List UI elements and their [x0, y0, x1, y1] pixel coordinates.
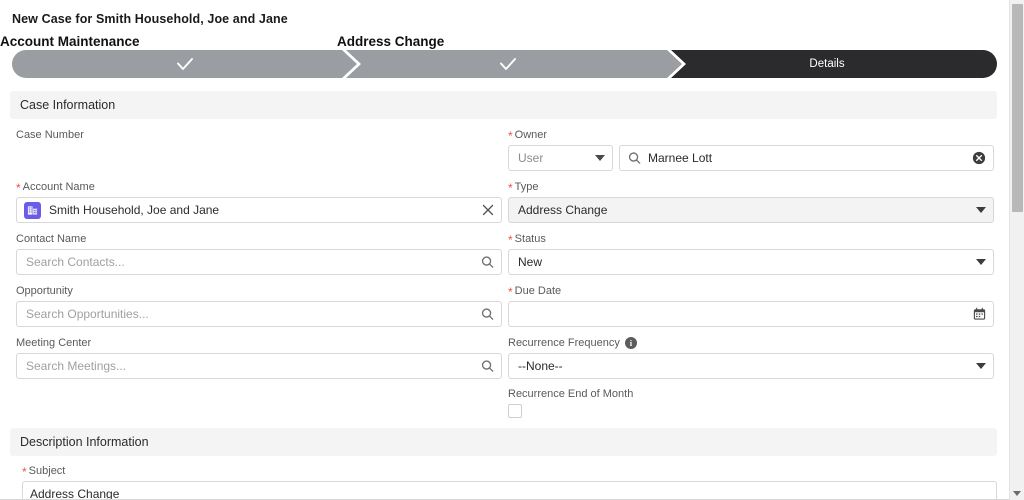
- stage-label-account-maintenance: Account Maintenance: [0, 34, 140, 49]
- required-indicator: *: [508, 284, 513, 299]
- field-label: Meeting Center: [16, 336, 502, 350]
- section-header-description-information: Description Information: [10, 428, 997, 456]
- section-title: Description Information: [20, 435, 149, 449]
- chevron-down-icon[interactable]: [976, 363, 986, 369]
- due-date-input[interactable]: [508, 301, 994, 327]
- search-icon: [628, 152, 641, 165]
- label-text: Status: [514, 233, 546, 245]
- search-icon[interactable]: [481, 360, 494, 373]
- triangle-down-icon[interactable]: [1013, 491, 1021, 496]
- required-indicator: *: [508, 232, 513, 247]
- status-value: New: [518, 255, 543, 269]
- vertical-scrollbar[interactable]: [1009, 0, 1024, 500]
- label-text: Contact Name: [16, 233, 87, 245]
- meeting-center-input[interactable]: Search Meetings...: [16, 353, 502, 379]
- required-indicator: *: [508, 180, 513, 195]
- type-value: Address Change: [518, 203, 608, 217]
- field-label: * Type: [508, 180, 994, 194]
- contact-name-placeholder: Search Contacts...: [26, 255, 125, 269]
- label-text: Account Name: [22, 181, 95, 193]
- owner-lookup-input[interactable]: Marnee Lott: [619, 145, 994, 171]
- field-label: Opportunity: [16, 284, 502, 298]
- label-text: Case Number: [16, 129, 84, 141]
- recurrence-frequency-select[interactable]: --None--: [508, 353, 994, 379]
- field-opportunity: Opportunity Search Opportunities...: [16, 284, 502, 327]
- field-account-name: * Account Name Smith Household, Joe and …: [16, 180, 502, 223]
- progress-path-bar[interactable]: Details: [12, 50, 997, 78]
- label-text: Owner: [514, 129, 548, 141]
- field-subject: * Subject: [22, 464, 997, 481]
- account-name-input[interactable]: Smith Household, Joe and Jane: [16, 197, 502, 223]
- section-header-case-information: Case Information: [10, 91, 997, 119]
- field-meeting-center: Meeting Center Search Meetings...: [16, 336, 502, 379]
- opportunity-input[interactable]: Search Opportunities...: [16, 301, 502, 327]
- contact-name-input[interactable]: Search Contacts...: [16, 249, 502, 275]
- field-label: Contact Name: [16, 232, 502, 246]
- label-text: Opportunity: [16, 285, 73, 297]
- chevron-down-icon[interactable]: [976, 207, 986, 213]
- label-text: Type: [514, 181, 539, 193]
- owner-type-select[interactable]: User: [508, 145, 613, 171]
- info-icon[interactable]: i: [624, 337, 637, 349]
- close-x-icon[interactable]: [482, 204, 494, 216]
- chevron-down-icon[interactable]: [595, 155, 605, 161]
- field-recurrence-end-of-month: Recurrence End of Month: [508, 387, 994, 418]
- field-recurrence-frequency: Recurrence Frequency i --None--: [508, 336, 994, 379]
- scrollbar-thumb[interactable]: [1012, 4, 1023, 212]
- case-form-page: New Case for Smith Household, Joe and Ja…: [0, 0, 1024, 500]
- field-label: * Due Date: [508, 284, 994, 298]
- opportunity-placeholder: Search Opportunities...: [26, 307, 149, 321]
- field-label: * Subject: [22, 464, 997, 478]
- subject-input[interactable]: Address Change: [22, 481, 997, 500]
- meeting-center-placeholder: Search Meetings...: [26, 359, 127, 373]
- search-icon[interactable]: [481, 256, 494, 269]
- field-label: Case Number: [16, 128, 494, 142]
- recurrence-end-of-month-checkbox[interactable]: [508, 404, 522, 418]
- field-label: * Owner: [508, 128, 994, 142]
- required-indicator: *: [16, 180, 21, 195]
- type-select[interactable]: Address Change: [508, 197, 994, 223]
- account-icon: [24, 201, 41, 219]
- stage-label-address-change: Address Change: [337, 34, 445, 49]
- required-indicator: *: [22, 464, 27, 479]
- account-name-value: Smith Household, Joe and Jane: [49, 203, 220, 217]
- search-icon[interactable]: [481, 308, 494, 321]
- field-label: * Account Name: [16, 180, 502, 194]
- field-due-date: * Due Date: [508, 284, 994, 327]
- page-title: New Case for Smith Household, Joe and Ja…: [12, 12, 288, 26]
- clear-circle-icon[interactable]: [972, 151, 986, 165]
- recurrence-frequency-value: --None--: [518, 359, 563, 373]
- field-label: * Status: [508, 232, 994, 246]
- field-status: * Status New: [508, 232, 994, 275]
- field-owner: * Owner User Marnee Lott: [508, 128, 994, 171]
- field-type: * Type Address Change: [508, 180, 994, 223]
- label-text: Meeting Center: [16, 337, 92, 349]
- status-select[interactable]: New: [508, 249, 994, 275]
- label-text: Due Date: [514, 285, 562, 297]
- chevron-down-icon[interactable]: [976, 259, 986, 265]
- label-text: Recurrence End of Month: [508, 388, 634, 400]
- field-contact-name: Contact Name Search Contacts...: [16, 232, 502, 275]
- section-title: Case Information: [20, 98, 116, 112]
- field-label: Recurrence End of Month: [508, 387, 994, 401]
- label-text: Recurrence Frequency: [508, 337, 620, 349]
- calendar-icon[interactable]: [973, 307, 986, 321]
- owner-type-value: User: [518, 151, 544, 165]
- field-label: Recurrence Frequency i: [508, 336, 994, 350]
- label-text: Subject: [28, 465, 66, 477]
- field-case-number: Case Number: [16, 128, 494, 145]
- required-indicator: *: [508, 128, 513, 143]
